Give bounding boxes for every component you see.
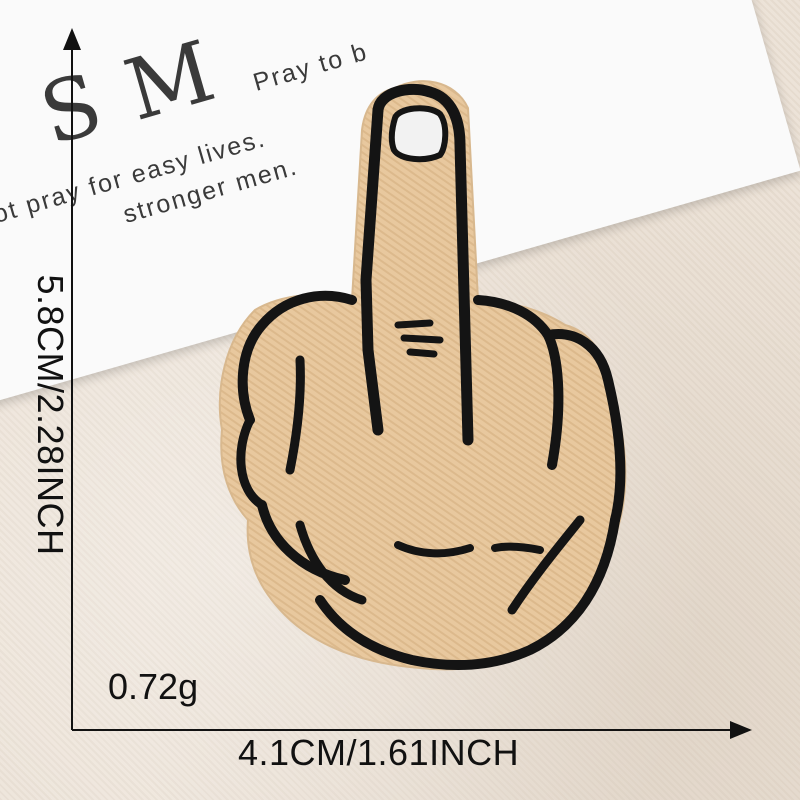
- arrow-right-icon: [730, 721, 752, 739]
- width-dimension-label: 4.1CM/1.61INCH: [238, 732, 520, 773]
- weight-label: 0.72g: [108, 666, 199, 707]
- height-dimension-label: 5.8CM/2.28INCH: [30, 274, 71, 556]
- arrow-up-icon: [63, 28, 81, 50]
